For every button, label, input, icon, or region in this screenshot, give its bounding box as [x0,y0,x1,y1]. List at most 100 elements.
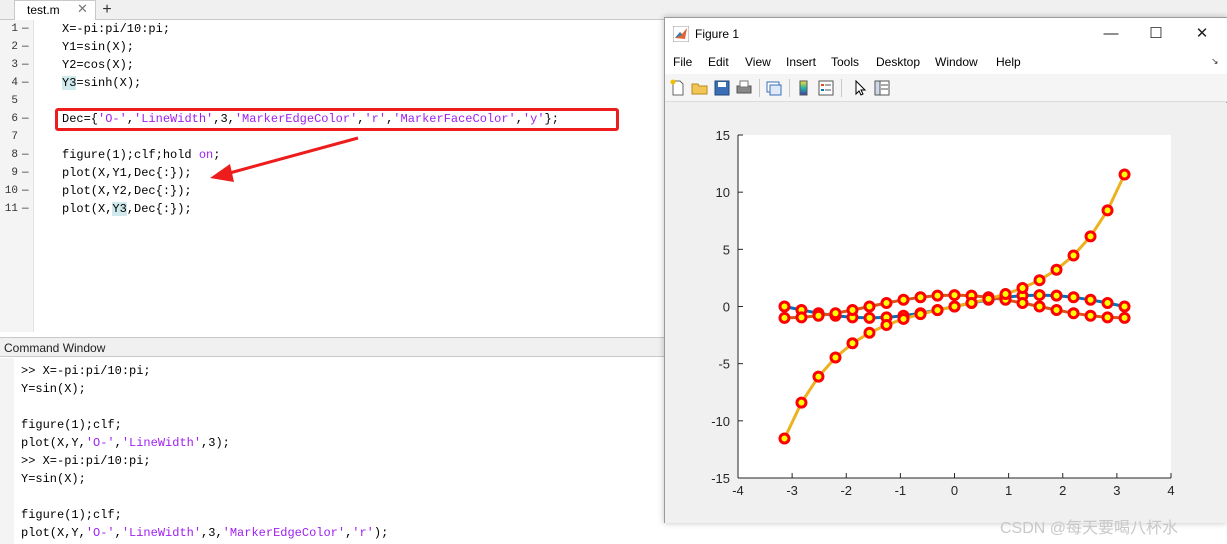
breakpoint-dash[interactable]: — [22,203,29,215]
line-number: 11 [4,203,18,215]
data-point [829,351,842,364]
data-point [812,309,825,322]
data-point [1067,249,1080,262]
data-point [778,432,791,445]
toolbar-separator [841,79,842,97]
command-line: plot(X,Y,'O-','LineWidth',3); [21,436,230,450]
matlab-logo-icon [673,26,689,42]
print-icon[interactable] [735,79,753,97]
string-literal: 'LineWidth' [121,436,202,450]
x-tick-label: -1 [895,483,907,498]
code-text: ); [373,526,389,540]
menu-insert[interactable]: Insert [786,55,816,69]
data-point [863,326,876,339]
close-button[interactable]: ✕ [1190,24,1214,44]
plot-svg[interactable]: -4 -3 -2 -1 0 1 2 3 4-15-10-5051015 [665,103,1227,523]
figure-window[interactable]: Figure 1 — ☐ ✕ File Edit View Insert Too… [664,17,1227,523]
data-point [1067,307,1080,320]
data-point [863,311,876,324]
data-point [880,296,893,309]
x-tick-label: 2 [1059,483,1066,498]
menu-tools[interactable]: Tools [831,55,859,69]
data-point [931,289,944,302]
y-tick-label: -10 [711,414,730,429]
variable-highlight: Y3 [112,202,127,216]
menu-help[interactable]: Help [996,55,1021,69]
data-point [1067,291,1080,304]
x-tick-label: -3 [786,483,798,498]
string-literal: 'MarkerEdgeColor' [222,526,346,540]
minimize-button[interactable]: — [1099,24,1123,44]
command-line: plot(X,Y,'O-','LineWidth',3,'MarkerEdgeC… [21,526,388,540]
data-point [1101,311,1114,324]
data-point [1118,300,1131,313]
data-point [1101,296,1114,309]
data-point [1118,311,1131,324]
code-text: ,Dec{:}); [126,202,192,216]
figure-menu-bar: File Edit View Insert Tools Desktop Wind… [665,50,1227,74]
maximize-button[interactable]: ☐ [1144,24,1168,44]
code-text: , [114,436,122,450]
save-icon[interactable] [713,79,731,97]
y-tick-label: 0 [723,300,730,315]
string-literal: 'O-' [85,436,115,450]
data-point [1033,274,1046,287]
dock-arrow-icon[interactable]: ↘ [1211,56,1219,67]
data-point [948,289,961,302]
figure-title-bar[interactable]: Figure 1 — ☐ ✕ [665,18,1227,50]
code-text: plot(X, [62,202,113,216]
menu-edit[interactable]: Edit [708,55,729,69]
data-point [846,337,859,350]
data-point [914,308,927,321]
link-plot-icon[interactable] [765,79,783,97]
data-point [999,288,1012,301]
data-point [1050,263,1063,276]
annotation-arrow-icon [210,136,359,182]
toolbar-separator [789,79,790,97]
edit-plot-icon[interactable] [851,79,869,97]
command-line: Y=sin(X); [21,472,86,486]
data-point [1084,293,1097,306]
insert-legend-icon[interactable] [817,79,835,97]
data-point [1033,300,1046,313]
data-point [778,300,791,313]
data-point [914,291,927,304]
data-point [1084,230,1097,243]
command-window-title: Command Window [4,341,106,355]
data-point [846,304,859,317]
y-tick-label: -15 [711,471,730,486]
data-point [1101,204,1114,217]
data-point [1033,289,1046,302]
menu-window[interactable]: Window [935,55,978,69]
menu-desktop[interactable]: Desktop [876,55,920,69]
data-point [795,311,808,324]
data-point [1118,168,1131,181]
code-text: ,3, [201,526,223,540]
data-point [1016,282,1029,295]
menu-view[interactable]: View [745,55,771,69]
data-point [812,370,825,383]
figure-title: Figure 1 [695,27,740,41]
data-point [982,292,995,305]
code-line-11: plot(X,Y3,Dec{:}); [62,202,192,216]
new-figure-icon[interactable] [669,79,687,97]
insert-colorbar-icon[interactable] [795,79,813,97]
command-line: figure(1);clf; [21,418,122,432]
command-line: >> X=-pi:pi/10:pi; [21,454,151,468]
toolbar-separator [759,79,760,97]
figure-toolbar [665,74,1227,102]
command-line: figure(1);clf; [21,508,122,522]
code-text: plot(X,Y, [21,436,86,450]
property-inspector-icon[interactable] [873,79,891,97]
data-point [897,312,910,325]
data-point [1016,296,1029,309]
open-file-icon[interactable] [691,79,709,97]
x-tick-label: 1 [1005,483,1012,498]
command-line: Y=sin(X); [21,382,86,396]
figure-canvas[interactable]: -4 -3 -2 -1 0 1 2 3 4 -15 -10 -5 0 5 10 15 [665,103,1227,523]
x-tick-label: -4 [732,483,744,498]
command-window-margin [0,358,14,544]
data-point [1084,309,1097,322]
menu-file[interactable]: File [673,55,692,69]
x-tick-label: 4 [1167,483,1174,498]
